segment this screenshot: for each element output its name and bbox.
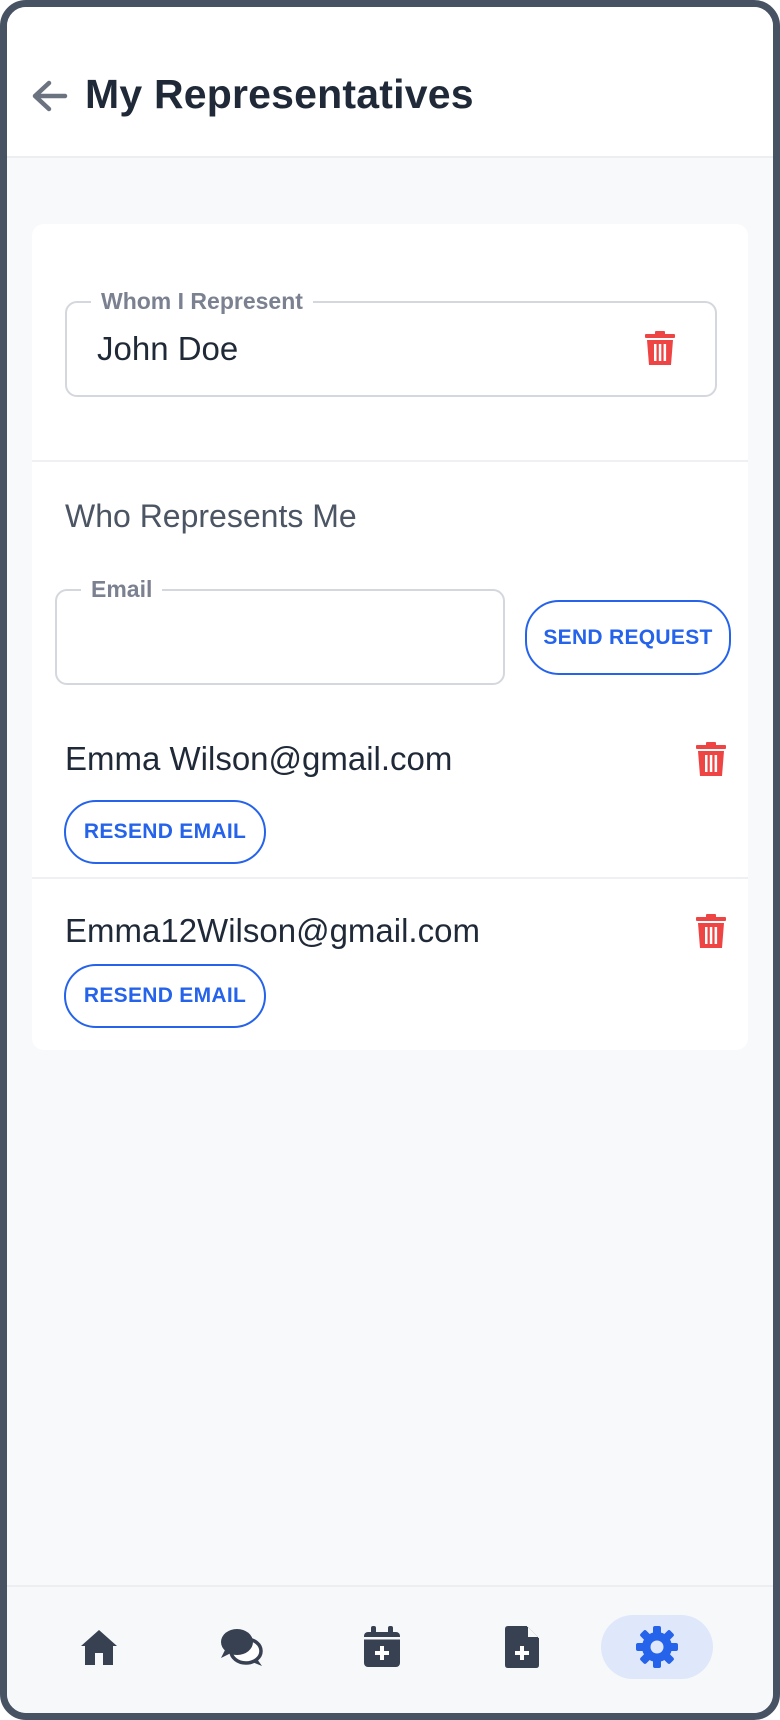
delete-trash-icon[interactable]	[696, 914, 726, 948]
whom-i-represent-value: John Doe	[97, 330, 239, 367]
bottom-nav	[7, 1585, 773, 1713]
whom-i-represent-label: Whom I Represent	[91, 286, 313, 316]
delete-trash-icon[interactable]	[645, 331, 675, 365]
resend-email-button[interactable]: RESEND EMAIL	[64, 800, 266, 864]
representative-email: Emma Wilson@gmail.com	[65, 740, 453, 777]
nav-book-appointment[interactable]	[342, 1615, 422, 1679]
nav-add-document[interactable]	[482, 1615, 562, 1679]
send-request-button[interactable]: SEND REQUEST	[525, 600, 731, 675]
gear-icon	[636, 1626, 678, 1668]
email-input[interactable]	[71, 607, 489, 663]
chat-icon	[221, 1629, 263, 1666]
email-field-label: Email	[81, 574, 163, 604]
nav-messages[interactable]	[202, 1615, 282, 1679]
nav-settings[interactable]	[601, 1615, 713, 1679]
page-title: My Representatives	[85, 71, 474, 117]
app-header: My Representatives	[7, 7, 773, 158]
row-divider	[32, 877, 748, 879]
who-represents-me-title: Who Represents Me	[65, 498, 357, 534]
whom-i-represent-field: Whom I Represent John Doe	[65, 286, 717, 397]
delete-trash-icon[interactable]	[696, 742, 726, 776]
representatives-card: Whom I Represent John Doe Who Represents…	[32, 224, 748, 1050]
nav-home[interactable]	[59, 1615, 139, 1679]
representative-email: Emma12Wilson@gmail.com	[65, 912, 480, 949]
calendar-plus-icon	[364, 1626, 400, 1667]
resend-email-button[interactable]: RESEND EMAIL	[64, 964, 266, 1028]
file-plus-icon	[505, 1626, 539, 1668]
home-icon	[81, 1630, 117, 1665]
arrow-left-icon	[32, 80, 68, 112]
section-divider	[32, 460, 748, 462]
phone-frame: My Representatives Whom I Represent John…	[0, 0, 780, 1720]
email-field[interactable]: Email	[55, 574, 505, 685]
back-button[interactable]	[29, 75, 71, 117]
